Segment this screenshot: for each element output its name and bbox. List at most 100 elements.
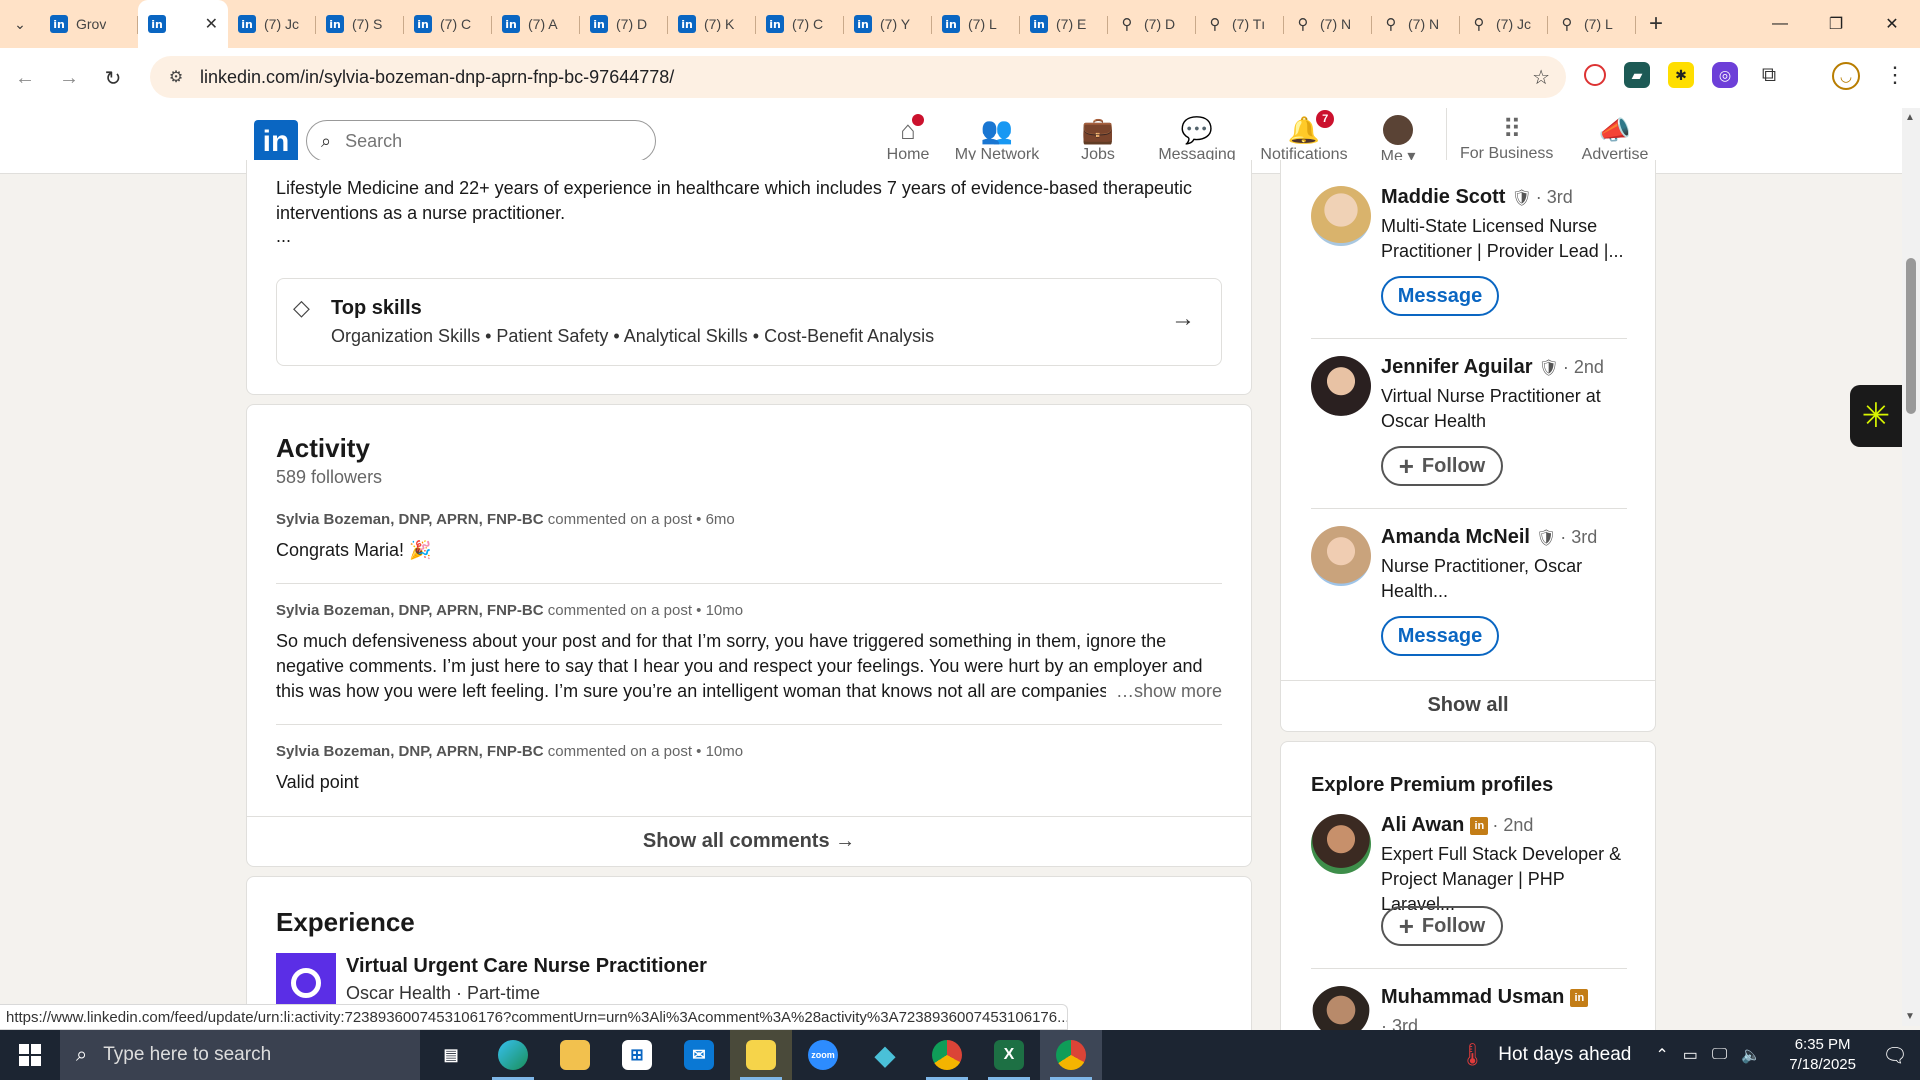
browser-tab[interactable]: ⚲ (7) Jc: [1460, 0, 1548, 48]
taskbar-chrome-2[interactable]: [1040, 1030, 1102, 1080]
bookmark-star-icon[interactable]: ☆: [1532, 65, 1550, 90]
url-text[interactable]: linkedin.com/in/sylvia-bozeman-dnp-aprn-…: [200, 67, 674, 88]
browser-tabstrip: ⌄ in Grov in ✕ in (7) Jc in (7) Sin (7) Cin (7) A…: [0, 0, 1920, 48]
top-skills-box[interactable]: ◇ Top skills Organization Skills • Patie…: [276, 278, 1222, 366]
folder-extension-icon[interactable]: ▰: [1624, 62, 1650, 88]
browser-tab[interactable]: in (7) C: [404, 0, 492, 48]
experience-role[interactable]: Virtual Urgent Care Nurse Practitioner: [346, 955, 707, 978]
browser-tab[interactable]: ⚲ (7) N: [1372, 0, 1460, 48]
browser-tab[interactable]: in (7) E: [1020, 0, 1108, 48]
avatar[interactable]: [1311, 526, 1371, 586]
browser-tab[interactable]: in (7) Jc: [228, 0, 316, 48]
taskbar-chrome[interactable]: [916, 1030, 978, 1080]
site-info-icon[interactable]: ⚙: [156, 67, 196, 87]
taskbar-file-explorer[interactable]: [544, 1030, 606, 1080]
arrow-right-icon[interactable]: →: [1171, 305, 1195, 333]
person-card[interactable]: Ali Awan in · 2nd Expert Full Stack Develo…: [1311, 814, 1631, 946]
tab-search-button[interactable]: ⌄: [0, 0, 40, 48]
person-card[interactable]: Maddie Scott 🛡 · 3rd Multi-State Licensed …: [1311, 186, 1631, 316]
profile-icon[interactable]: ◡: [1832, 62, 1860, 90]
battery-icon[interactable]: ▭: [1683, 1045, 1698, 1065]
circle-extension-icon[interactable]: ◎: [1712, 62, 1738, 88]
browser-tab[interactable]: in (7) C: [756, 0, 844, 48]
browser-tab[interactable]: ⚲ (7) L: [1548, 0, 1636, 48]
taskbar-excel[interactable]: X: [978, 1030, 1040, 1080]
asterisk-extension-icon[interactable]: ✱: [1668, 62, 1694, 88]
scrollbar-thumb[interactable]: [1906, 258, 1916, 414]
page-scrollbar[interactable]: ▲ ▼: [1902, 108, 1920, 1026]
taskbar-mail[interactable]: ✉: [668, 1030, 730, 1080]
tab-title: (7) Jc: [1496, 16, 1531, 32]
linkedin-logo[interactable]: in: [254, 120, 298, 164]
browser-tab[interactable]: in (7) D: [580, 0, 668, 48]
browser-tab[interactable]: in (7) L: [932, 0, 1020, 48]
linkedin-favicon-icon: in: [502, 15, 520, 33]
network-icon[interactable]: 🖵: [1712, 1046, 1727, 1064]
person-name[interactable]: Ali Awan: [1381, 814, 1464, 836]
tab-title: (7) Tı: [1232, 16, 1266, 32]
show-all-comments-button[interactable]: Show all comments →: [247, 816, 1251, 866]
message-button[interactable]: Message: [1381, 616, 1499, 656]
browser-menu-icon[interactable]: ⋮: [1884, 62, 1906, 88]
scroll-down-arrow-icon[interactable]: ▼: [1905, 1011, 1915, 1022]
person-card[interactable]: Amanda McNeil 🛡 · 3rd Nurse Practitioner, …: [1311, 526, 1631, 656]
browser-tab[interactable]: in (7) Y: [844, 0, 932, 48]
browser-tab[interactable]: in (7) S: [316, 0, 404, 48]
taskbar-clock[interactable]: 6:35 PM 7/18/2025: [1789, 1035, 1856, 1075]
taskbar-edge[interactable]: [482, 1030, 544, 1080]
person-name[interactable]: Maddie Scott: [1381, 186, 1505, 208]
avatar[interactable]: [1311, 814, 1371, 874]
about-ellipsis[interactable]: ...: [276, 226, 291, 247]
system-tray: 🌡 Hot days ahead ⌃ ▭ 🖵 🔈 6:35 PM 7/18/20…: [1458, 1030, 1920, 1080]
browser-tab[interactable]: in (7) A: [492, 0, 580, 48]
forward-button[interactable]: →: [50, 59, 88, 97]
minimize-button[interactable]: —: [1752, 0, 1808, 48]
close-window-button[interactable]: ✕: [1864, 0, 1920, 48]
show-all-button[interactable]: Show all: [1281, 680, 1655, 730]
search-input[interactable]: [345, 130, 626, 152]
activity-item[interactable]: Sylvia Bozeman, DNP, APRN, FNP-BC commen…: [276, 743, 1222, 795]
taskbar-sticky-notes[interactable]: [730, 1030, 792, 1080]
pokeball-extension-icon[interactable]: [1584, 64, 1606, 86]
volume-icon[interactable]: 🔈: [1741, 1045, 1761, 1065]
person-name[interactable]: Jennifer Aguilar: [1381, 356, 1533, 378]
taskbar-app-diamond[interactable]: ◆: [854, 1030, 916, 1080]
taskbar-zoom[interactable]: zoom: [792, 1030, 854, 1080]
show-more-link[interactable]: …show more: [1105, 679, 1222, 704]
browser-tab[interactable]: ⚲ (7) D: [1108, 0, 1196, 48]
puzzle-extensions-icon[interactable]: ⧉: [1756, 62, 1782, 88]
close-tab-icon[interactable]: ✕: [205, 14, 218, 34]
browser-tab[interactable]: in ✕: [138, 0, 228, 48]
browser-tab[interactable]: in Grov: [40, 0, 138, 48]
follow-button[interactable]: + Follow: [1381, 446, 1503, 486]
excel-icon: X: [994, 1040, 1024, 1070]
address-bar[interactable]: ⚙ linkedin.com/in/sylvia-bozeman-dnp-apr…: [150, 56, 1566, 98]
chevron-up-icon[interactable]: ⌃: [1655, 1045, 1668, 1065]
new-tab-button[interactable]: +: [1636, 0, 1676, 48]
task-view-button[interactable]: ▤: [420, 1030, 482, 1080]
person-name[interactable]: Amanda McNeil: [1381, 526, 1530, 548]
activity-item[interactable]: Sylvia Bozeman, DNP, APRN, FNP-BC commen…: [276, 511, 1222, 563]
asterisk-widget-icon[interactable]: ✳: [1850, 385, 1902, 447]
person-name[interactable]: Muhammad Usman: [1381, 986, 1564, 1008]
browser-tab[interactable]: ⚲ (7) Tı: [1196, 0, 1284, 48]
start-button[interactable]: [0, 1030, 60, 1080]
message-button[interactable]: Message: [1381, 276, 1499, 316]
avatar[interactable]: [1311, 186, 1371, 246]
notification-center-icon[interactable]: 🗨: [1870, 1043, 1920, 1068]
taskbar-search[interactable]: ⌕ Type here to search: [60, 1030, 420, 1080]
back-button[interactable]: ←: [6, 59, 44, 97]
person-card[interactable]: Jennifer Aguilar 🛡 · 2nd Virtual Nurse Pra…: [1311, 356, 1631, 486]
activity-item[interactable]: Sylvia Bozeman, DNP, APRN, FNP-BC commen…: [276, 602, 1222, 704]
person-headline: Virtual Nurse Practitioner at Oscar Heal…: [1381, 386, 1601, 431]
scroll-up-arrow-icon[interactable]: ▲: [1905, 112, 1915, 123]
avatar[interactable]: [1311, 356, 1371, 416]
restore-button[interactable]: ❐: [1808, 0, 1864, 48]
reload-button[interactable]: ↻: [94, 59, 132, 97]
weather-widget[interactable]: 🌡 Hot days ahead: [1458, 1042, 1631, 1068]
taskbar-store[interactable]: ⊞: [606, 1030, 668, 1080]
browser-tab[interactable]: in (7) K: [668, 0, 756, 48]
search-box[interactable]: ⌕: [306, 120, 656, 162]
follow-button[interactable]: + Follow: [1381, 906, 1503, 946]
browser-tab[interactable]: ⚲ (7) N: [1284, 0, 1372, 48]
